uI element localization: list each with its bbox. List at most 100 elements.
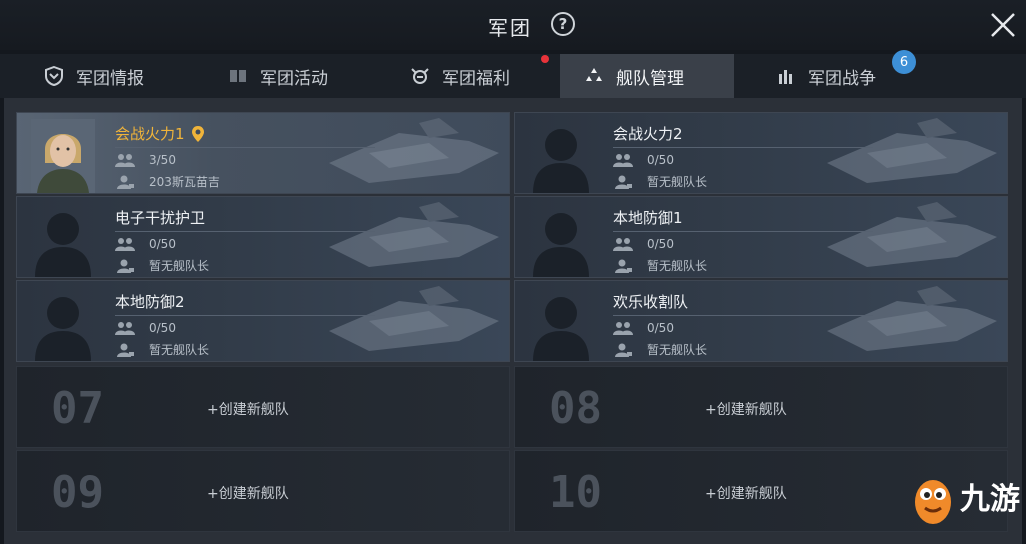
fleet-card[interactable]: 会战火力1 3/50 203斯瓦苗吉 xyxy=(16,112,510,194)
tab-label: 军团战争 xyxy=(808,68,876,89)
fleet-members-row: 0/50 xyxy=(613,321,674,335)
fleet-leader-row: 暂无舰队长 xyxy=(613,257,707,274)
fleet-member-count: 0/50 xyxy=(149,237,176,251)
members-icon xyxy=(115,238,135,251)
location-pin-icon xyxy=(191,125,204,142)
fleet-leader-row: 暂无舰队长 xyxy=(115,341,209,358)
avatar-placeholder-icon xyxy=(35,213,91,277)
fleet-members-row: 0/50 xyxy=(613,237,674,251)
ship-background-image xyxy=(329,202,499,267)
fleet-name: 欢乐收割队 xyxy=(613,291,688,312)
avatar-placeholder-icon xyxy=(35,297,91,361)
create-fleet-button[interactable]: +创建新舰队 xyxy=(207,399,289,419)
fleet-leader-row: 暂无舰队长 xyxy=(115,257,209,274)
tab-label: 军团活动 xyxy=(260,68,328,89)
leader-icon xyxy=(615,175,632,189)
tab-legion-welfare[interactable]: 军团福利 xyxy=(410,54,560,98)
page-title: 军团 xyxy=(488,16,532,40)
tab-legion-activity[interactable]: 军团活动 xyxy=(228,54,378,98)
close-icon[interactable] xyxy=(986,8,1020,42)
fleet-members-row: 0/50 xyxy=(115,321,176,335)
members-icon xyxy=(115,154,135,167)
fleet-member-count: 0/50 xyxy=(647,237,674,251)
tab-label: 舰队管理 xyxy=(616,68,684,89)
fleet-leader-name: 暂无舰队长 xyxy=(647,259,708,273)
ship-background-image xyxy=(329,118,499,183)
fleet-card[interactable]: 本地防御2 0/50 暂无舰队长 xyxy=(16,280,510,362)
fleet-leader-name: 暂无舰队长 xyxy=(149,343,210,357)
battle-icon xyxy=(779,70,792,84)
shield-icon xyxy=(45,66,63,86)
fleet-leader-row: 203斯瓦苗吉 xyxy=(115,173,220,190)
fleet-card[interactable]: 电子干扰护卫 0/50 暂无舰队长 xyxy=(16,196,510,278)
create-fleet-button[interactable]: +创建新舰队 xyxy=(705,399,787,419)
fleet-name-text: 会战火力1 xyxy=(115,125,185,143)
fleet-member-count: 0/50 xyxy=(149,321,176,335)
fleet-leader-row: 暂无舰队长 xyxy=(613,173,707,190)
ship-background-image xyxy=(827,118,997,183)
fleet-name: 会战火力2 xyxy=(613,123,683,144)
ship-background-image xyxy=(827,286,997,351)
members-icon xyxy=(613,238,633,251)
fleet-name-text: 本地防御2 xyxy=(115,293,185,311)
fleet-leader-name: 暂无舰队长 xyxy=(647,343,708,357)
fleet-name: 会战火力1 xyxy=(115,123,205,144)
members-icon xyxy=(115,322,135,335)
tab-bar: 军团情报 军团活动 军团福利 舰队管理 军团战争 xyxy=(0,54,1026,98)
fleet-name-text: 本地防御1 xyxy=(613,209,683,227)
fleet-leader-row: 暂无舰队长 xyxy=(613,341,707,358)
fleet-name-text: 欢乐收割队 xyxy=(613,293,689,311)
fleet-members-row: 0/50 xyxy=(115,237,176,251)
leader-icon xyxy=(615,259,632,273)
slot-number: 09 xyxy=(51,467,104,518)
book-icon xyxy=(230,70,246,82)
empty-fleet-slot[interactable]: 09 +创建新舰队 xyxy=(16,450,510,532)
fleet-member-count: 0/50 xyxy=(647,153,674,167)
slot-number: 08 xyxy=(549,383,602,434)
tab-legion-intel[interactable]: 军团情报 xyxy=(44,54,194,98)
fleet-member-count: 0/50 xyxy=(647,321,674,335)
question-icon[interactable]: ? xyxy=(551,12,575,36)
tab-label: 军团情报 xyxy=(76,68,144,89)
fleet-leader-name: 暂无舰队长 xyxy=(149,259,210,273)
create-fleet-button[interactable]: +创建新舰队 xyxy=(207,483,289,503)
fleet-name: 电子干扰护卫 xyxy=(115,207,205,228)
create-fleet-button[interactable]: +创建新舰队 xyxy=(705,483,787,503)
divider xyxy=(115,315,375,316)
fleet-leader-name: 203斯瓦苗吉 xyxy=(149,175,220,189)
divider xyxy=(613,231,873,232)
fleet-name-text: 电子干扰护卫 xyxy=(115,209,206,227)
notification-dot xyxy=(541,55,549,63)
watermark-logo: 九游 xyxy=(910,470,1022,526)
fleet-member-count: 3/50 xyxy=(149,153,176,167)
commander-portrait xyxy=(31,119,95,193)
divider xyxy=(115,231,375,232)
empty-fleet-slot[interactable]: 07 +创建新舰队 xyxy=(16,366,510,448)
ship-background-image xyxy=(827,202,997,267)
fleet-name: 本地防御1 xyxy=(613,207,683,228)
divider xyxy=(613,315,873,316)
fleet-members-row: 3/50 xyxy=(115,153,176,167)
fleet-card[interactable]: 欢乐收割队 0/50 暂无舰队长 xyxy=(514,280,1008,362)
tab-fleet-management[interactable]: 舰队管理 xyxy=(560,54,734,98)
avatar-placeholder-icon xyxy=(533,129,589,193)
slot-number: 07 xyxy=(51,383,104,434)
fleet-leader-name: 暂无舰队长 xyxy=(647,175,708,189)
slot-number: 10 xyxy=(549,467,602,518)
notification-badge: 6 xyxy=(892,50,916,74)
fleet-card[interactable]: 会战火力2 0/50 暂无舰队长 xyxy=(514,112,1008,194)
gift-icon xyxy=(411,68,429,84)
leader-icon xyxy=(117,343,134,357)
tab-label: 军团福利 xyxy=(442,68,510,89)
leader-icon xyxy=(117,259,134,273)
members-icon xyxy=(613,154,633,167)
members-icon xyxy=(613,322,633,335)
empty-fleet-slot[interactable]: 08 +创建新舰队 xyxy=(514,366,1008,448)
leader-icon xyxy=(615,343,632,357)
fleet-members-row: 0/50 xyxy=(613,153,674,167)
leader-icon xyxy=(117,175,134,189)
divider xyxy=(613,147,873,148)
divider xyxy=(115,147,375,148)
fleet-card[interactable]: 本地防御1 0/50 暂无舰队长 xyxy=(514,196,1008,278)
ship-background-image xyxy=(329,286,499,351)
